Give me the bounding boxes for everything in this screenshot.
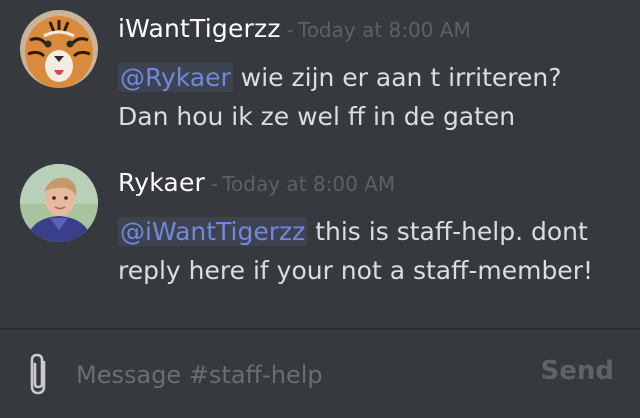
header-separator: - bbox=[286, 18, 294, 42]
message-line: Dan hou ik ze wel ff in de gaten bbox=[118, 102, 516, 131]
message-header: Rykaer - Today at 8:00 AM bbox=[118, 168, 395, 197]
message-text: this is staff-help. dont bbox=[307, 217, 588, 246]
message-composer: Send bbox=[0, 330, 640, 418]
message-list: iWantTigerzz - Today at 8:00 AM @Rykaer wi… bbox=[0, 0, 640, 328]
user-mention[interactable]: @Rykaer bbox=[118, 63, 233, 92]
user-mention[interactable]: @iWantTigerzz bbox=[118, 217, 308, 246]
message-input[interactable] bbox=[76, 354, 516, 396]
message-timestamp: Today at 8:00 AM bbox=[222, 172, 396, 196]
message-line: @iWantTigerzz this is staff-help. dont bbox=[118, 212, 618, 251]
header-separator: - bbox=[211, 172, 219, 196]
message-content: @iWantTigerzz this is staff-help. dont r… bbox=[118, 212, 618, 290]
paperclip-icon[interactable] bbox=[24, 352, 54, 398]
message-header: iWantTigerzz - Today at 8:00 AM bbox=[118, 14, 471, 43]
message-line: @Rykaer wie zijn er aan t irriteren? bbox=[118, 58, 618, 97]
send-button[interactable]: Send bbox=[541, 356, 614, 386]
user-photo-avatar-icon[interactable] bbox=[20, 164, 98, 242]
chat-window: iWantTigerzz - Today at 8:00 AM @Rykaer wi… bbox=[0, 0, 640, 418]
message-content: @Rykaer wie zijn er aan t irriteren? Dan… bbox=[118, 58, 618, 136]
author-name[interactable]: Rykaer bbox=[118, 168, 205, 197]
author-name[interactable]: iWantTigerzz bbox=[118, 14, 281, 43]
message-text: wie zijn er aan t irriteren? bbox=[232, 63, 562, 92]
message-line: reply here if your not a staff-member! bbox=[118, 256, 593, 285]
tiger-avatar-icon[interactable] bbox=[20, 10, 98, 88]
message-timestamp: Today at 8:00 AM bbox=[297, 18, 471, 42]
